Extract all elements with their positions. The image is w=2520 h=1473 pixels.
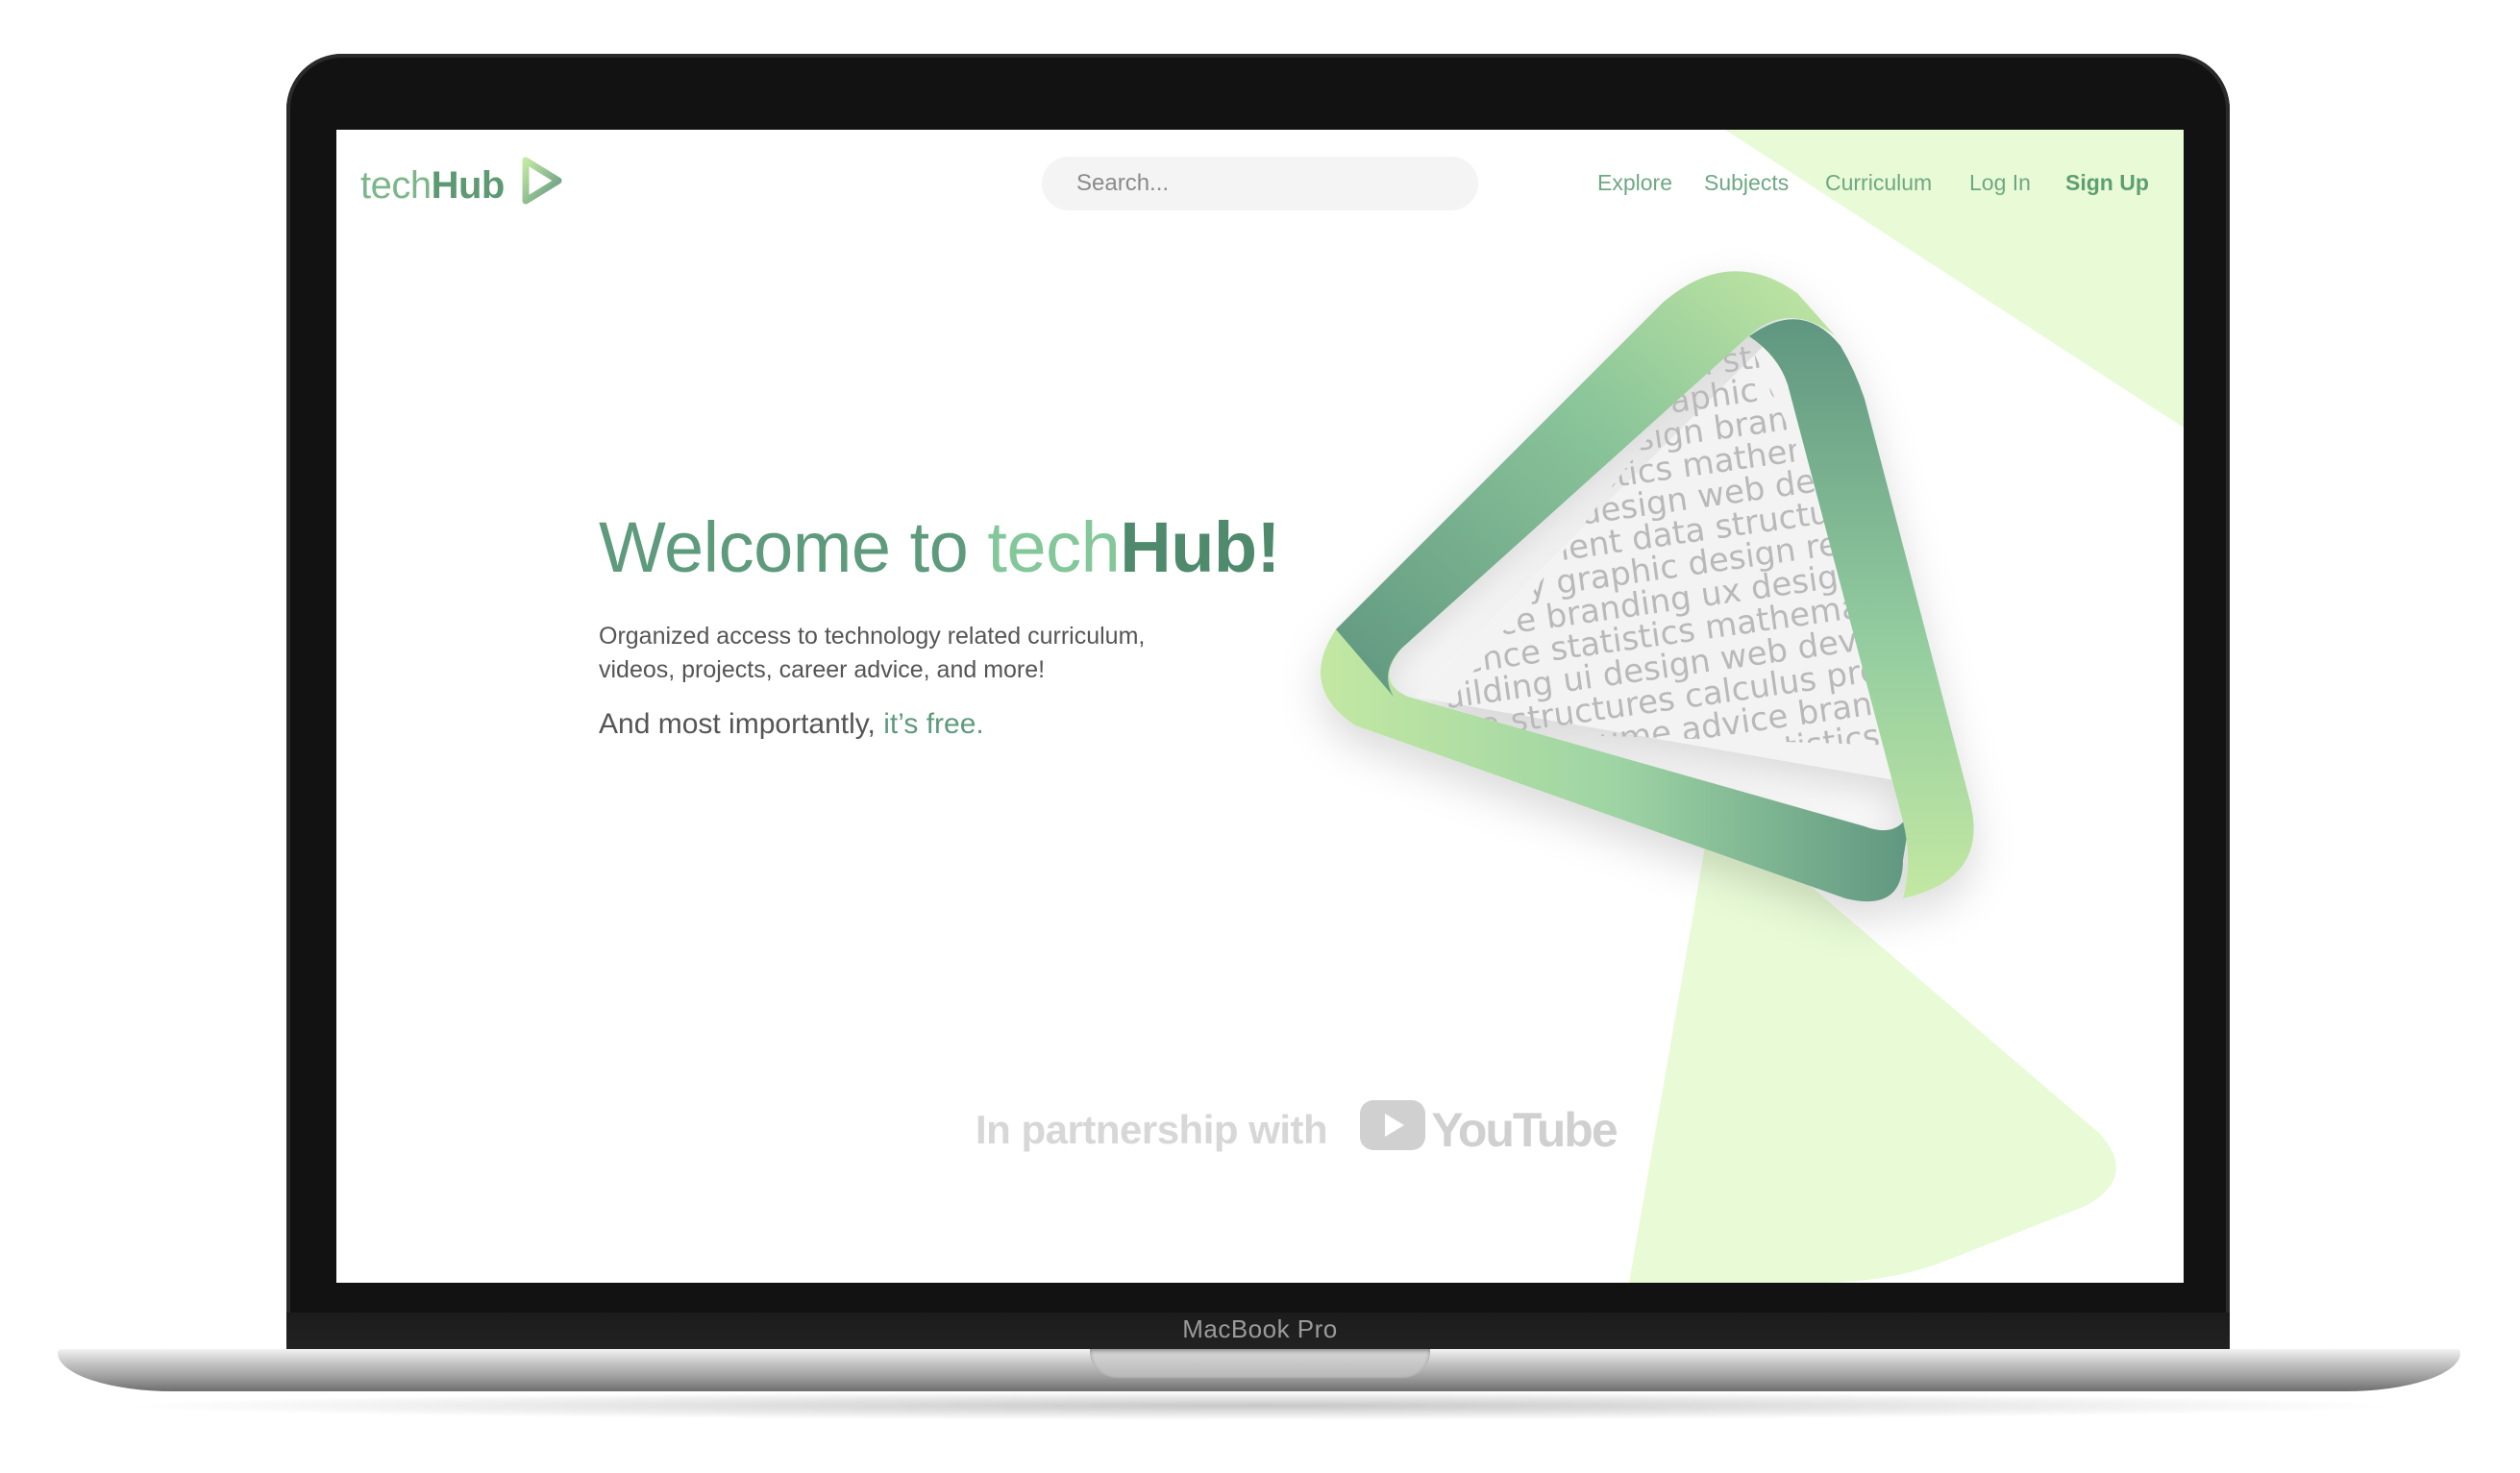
partnership-banner: In partnership with YouTube [976,1100,1618,1160]
laptop-frame: MacBook Pro tech Hub Search... Explore S… [0,0,2520,1473]
youtube-logo[interactable]: YouTube [1360,1100,1618,1160]
opening-notch [1090,1349,1430,1378]
partner-text: In partnership with [976,1107,1328,1152]
model-label: MacBook Pro [1182,1314,1338,1343]
youtube-wordmark: YouTube [1431,1103,1618,1157]
youtube-play-icon [1360,1100,1426,1160]
base-shadow [106,1391,2412,1420]
webpage-screen: techHub Explore Subjects Curriculum Log … [336,130,2184,1283]
